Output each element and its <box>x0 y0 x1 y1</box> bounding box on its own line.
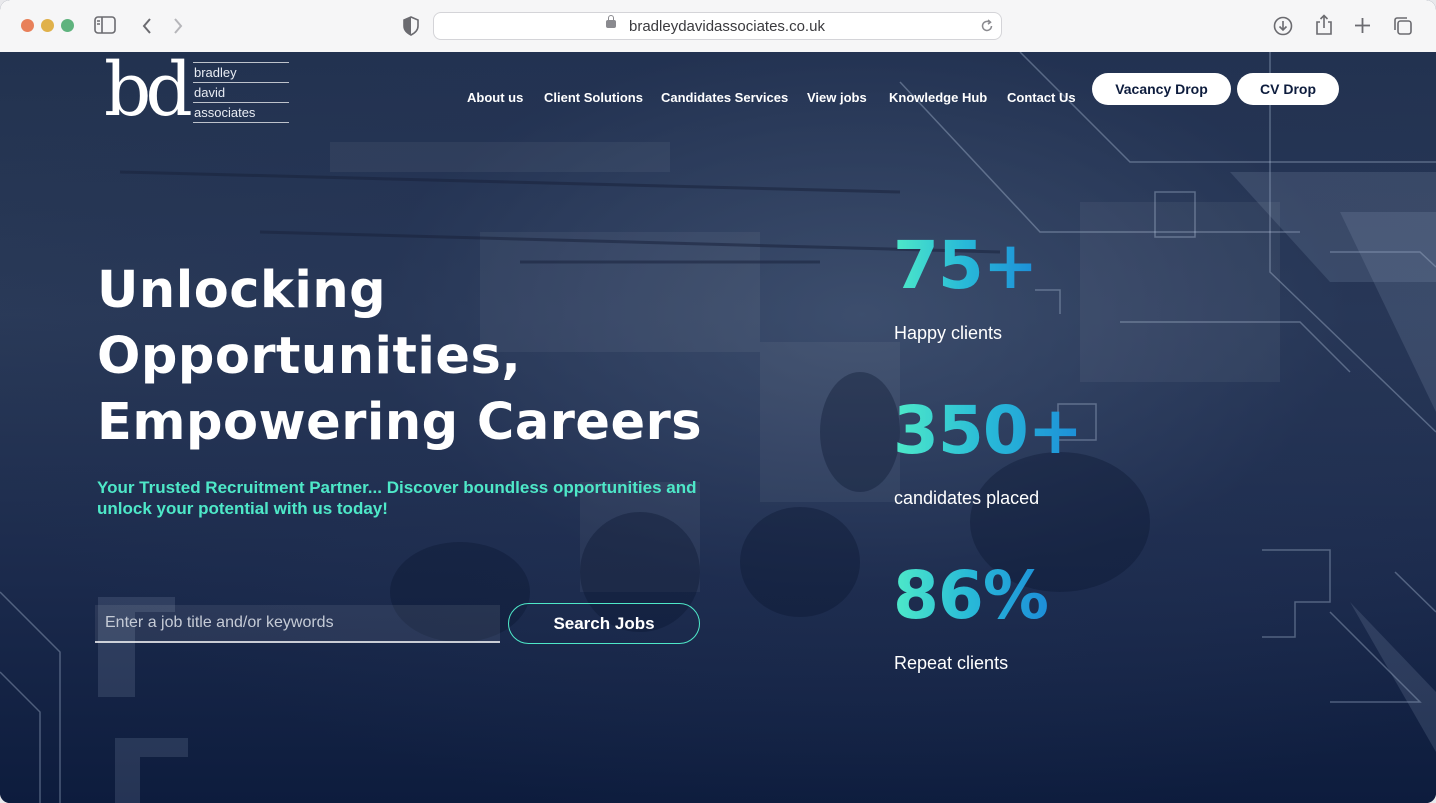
lock-icon <box>606 15 616 28</box>
nav-contact-us[interactable]: Contact Us <box>1007 90 1076 105</box>
headline-line-1: Unlocking <box>97 261 387 320</box>
share-icon[interactable] <box>1315 14 1333 36</box>
job-search-input[interactable] <box>95 605 500 643</box>
stat-label-candidates-placed: candidates placed <box>894 488 1040 508</box>
address-bar[interactable]: bradleydavidassociates.co.uk <box>433 12 1002 40</box>
zoom-window-button[interactable] <box>61 19 74 32</box>
privacy-shield-icon[interactable] <box>403 16 419 36</box>
nav-candidates-services[interactable]: Candidates Services <box>661 90 788 105</box>
search-jobs-button[interactable]: Search Jobs <box>508 603 700 644</box>
hero-subheading: Your Trusted Recruitment Partner... Disc… <box>97 478 697 518</box>
logo-word-bradley: bradley <box>193 63 289 83</box>
hero-section: bd bradley david associates About us Cli… <box>0 52 1436 803</box>
browser-toolbar: bradleydavidassociates.co.uk <box>0 0 1436 53</box>
stat-value-happy-clients: 75+ <box>893 227 1038 304</box>
new-tab-icon[interactable] <box>1354 17 1371 34</box>
forward-icon[interactable] <box>172 17 184 35</box>
headline-line-2: Opportunities, <box>97 327 522 386</box>
logo-mark: bd <box>104 52 193 133</box>
minimize-window-button[interactable] <box>41 19 54 32</box>
back-icon[interactable] <box>141 17 153 35</box>
close-window-button[interactable] <box>21 19 34 32</box>
cv-drop-button[interactable]: CV Drop <box>1237 73 1339 105</box>
company-logo[interactable]: bd bradley david associates <box>104 52 294 130</box>
headline-line-3: Empowering Careers <box>97 393 703 452</box>
reload-icon[interactable] <box>980 19 994 33</box>
nav-view-jobs[interactable]: View jobs <box>807 90 867 105</box>
browser-window: bradleydavidassociates.co.uk bd bradley … <box>0 0 1436 803</box>
stat-label-happy-clients: Happy clients <box>894 323 1003 343</box>
url-text: bradleydavidassociates.co.uk <box>629 18 825 35</box>
download-icon[interactable] <box>1273 16 1293 36</box>
stat-label-repeat-clients: Repeat clients <box>894 653 1009 673</box>
nav-client-solutions[interactable]: Client Solutions <box>544 90 643 105</box>
stat-value-candidates-placed: 350+ <box>893 392 1083 469</box>
sidebar-icon[interactable] <box>94 16 116 34</box>
vacancy-drop-button[interactable]: Vacancy Drop <box>1092 73 1231 105</box>
logo-word-associates: associates <box>193 103 289 123</box>
tab-overview-icon[interactable] <box>1393 16 1413 36</box>
nav-about-us[interactable]: About us <box>467 90 523 105</box>
stat-value-repeat-clients: 86% <box>893 557 1049 634</box>
logo-word-david: david <box>193 83 289 103</box>
hero-headline: Unlocking Opportunities, Empowering Care… <box>97 258 702 456</box>
logo-wordmark: bradley david associates <box>193 62 289 123</box>
nav-knowledge-hub[interactable]: Knowledge Hub <box>889 90 987 105</box>
